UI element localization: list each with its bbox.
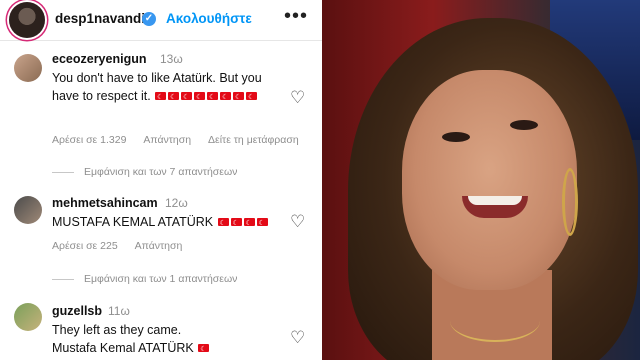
turkish-flag-icons <box>217 215 269 233</box>
right-eye <box>510 120 538 130</box>
comment-text: They left as they came. Mustafa Kemal AT… <box>52 321 287 359</box>
turkish-flag-icon <box>168 89 180 107</box>
comment-timestamp: 13ω <box>160 52 183 66</box>
turkish-flag-icon <box>243 215 255 233</box>
necklace <box>450 300 540 342</box>
more-options-icon[interactable]: ••• <box>284 5 308 28</box>
like-heart-icon[interactable]: ♡ <box>290 212 305 232</box>
like-heart-icon[interactable]: ♡ <box>290 88 305 108</box>
turkish-flag-icon <box>207 89 219 107</box>
turkish-flag-icon <box>220 89 232 107</box>
follow-button[interactable]: Ακολουθήστε <box>166 11 252 26</box>
view-replies-button[interactable]: Εμφάνιση και των 1 απαντήσεων <box>52 273 237 285</box>
turkish-flag-icon <box>256 215 268 233</box>
turkish-flag-icon <box>194 89 206 107</box>
profile-avatar[interactable] <box>9 2 45 38</box>
turkish-flag-icon <box>246 89 258 107</box>
verified-badge-icon: ✓ <box>142 12 156 26</box>
comment-text-line: Mustafa Kemal ATATÜRK <box>52 341 194 355</box>
likes-count[interactable]: Αρέσει σε 225 <box>52 240 118 252</box>
comment-actions: Αρέσει σε 1.329 Απάντηση Δείτε τη μετάφρ… <box>52 134 299 146</box>
view-replies-button[interactable]: Εμφάνιση και των 7 απαντήσεων <box>52 166 237 178</box>
commenter-avatar[interactable] <box>14 54 42 82</box>
commenter-avatar[interactable] <box>14 196 42 224</box>
turkish-flag-icons <box>154 89 258 107</box>
turkish-flag-icon <box>181 89 193 107</box>
comment-actions: Αρέσει σε 225 Απάντηση <box>52 240 182 252</box>
like-heart-icon[interactable]: ♡ <box>290 328 305 348</box>
see-translation-button[interactable]: Δείτε τη μετάφραση <box>208 134 299 146</box>
commenter-avatar[interactable] <box>14 303 42 331</box>
comments-panel: desp1navandi ✓ Ακολουθήστε ••• eceozerye… <box>0 0 322 360</box>
left-eye <box>442 132 470 142</box>
news-photo <box>322 0 640 360</box>
comment-text: MUSTAFA KEMAL ATATÜRK <box>52 213 287 233</box>
post-header: desp1navandi ✓ Ακολουθήστε ••• <box>0 0 322 41</box>
turkish-flag-icon <box>198 341 210 359</box>
reply-button[interactable]: Απάντηση <box>135 240 183 252</box>
comment-username[interactable]: mehmetsahincam <box>52 196 158 210</box>
turkish-flag-icon <box>230 215 242 233</box>
teeth <box>468 196 522 205</box>
hoop-earring <box>562 168 578 236</box>
post-author-username[interactable]: desp1navandi <box>55 11 145 26</box>
turkish-flag-icon <box>217 215 229 233</box>
likes-count[interactable]: Αρέσει σε 1.329 <box>52 134 126 146</box>
comment-text-line-2: Mustafa Kemal ATATÜRK <box>52 339 287 359</box>
turkish-flag-icon <box>233 89 245 107</box>
comment-timestamp: 12ω <box>165 196 188 210</box>
comment-timestamp: 11ω <box>108 304 130 318</box>
face-shape <box>402 70 577 290</box>
view-replies-label: Εμφάνιση και των 7 απαντήσεων <box>84 166 238 178</box>
reply-button[interactable]: Απάντηση <box>143 134 191 146</box>
comment-username[interactable]: guzellsb <box>52 304 102 318</box>
turkish-flag-icon <box>155 89 167 107</box>
comment-text: You don't have to like Atatürk. But you … <box>52 69 287 107</box>
comment-username[interactable]: eceozeryenigun <box>52 52 146 66</box>
comment-text-line: They left as they came. <box>52 323 182 337</box>
view-replies-label: Εμφάνιση και των 1 απαντήσεων <box>84 273 238 285</box>
comment-text-body: MUSTAFA KEMAL ATATÜRK <box>52 215 214 229</box>
